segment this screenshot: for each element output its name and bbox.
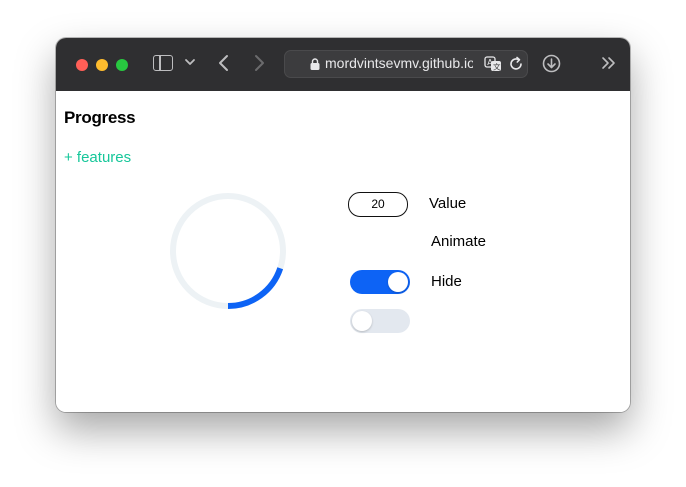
chevron-left-icon[interactable] [216, 53, 232, 73]
url-text: mordvintsevmv.github.io [325, 55, 473, 71]
svg-text:文: 文 [493, 62, 501, 72]
toggle-knob [352, 311, 372, 331]
animate-label: Animate [431, 233, 487, 250]
animate-toggle[interactable] [350, 270, 410, 294]
hide-toggle[interactable] [350, 309, 410, 333]
circular-progress [170, 193, 286, 309]
minimize-window-button[interactable] [96, 59, 108, 71]
browser-toolbar: mordvintsevmv.github.io A 文 [56, 38, 630, 91]
translate-icon[interactable]: A 文 [484, 55, 502, 73]
toggle-knob [388, 272, 408, 292]
sidebar-icon[interactable] [153, 55, 173, 71]
value-label: Value [429, 195, 467, 212]
lock-icon [310, 58, 320, 70]
value-input[interactable]: 20 [348, 192, 408, 217]
chevron-down-icon[interactable] [184, 56, 196, 68]
close-window-button[interactable] [76, 59, 88, 71]
address-bar[interactable]: mordvintsevmv.github.io A 文 [284, 50, 528, 78]
hide-label: Hide [431, 273, 462, 290]
reload-icon[interactable] [508, 56, 524, 72]
browser-window: mordvintsevmv.github.io A 文 Progress + f… [56, 38, 630, 412]
features-link[interactable]: + features [64, 149, 131, 166]
download-icon[interactable] [542, 54, 561, 73]
page-content: Progress + features 20 Value Animate Hid… [56, 91, 630, 412]
double-chevron-right-icon[interactable] [601, 55, 617, 71]
chevron-right-icon[interactable] [251, 53, 267, 73]
maximize-window-button[interactable] [116, 59, 128, 71]
page-title: Progress [64, 108, 136, 127]
